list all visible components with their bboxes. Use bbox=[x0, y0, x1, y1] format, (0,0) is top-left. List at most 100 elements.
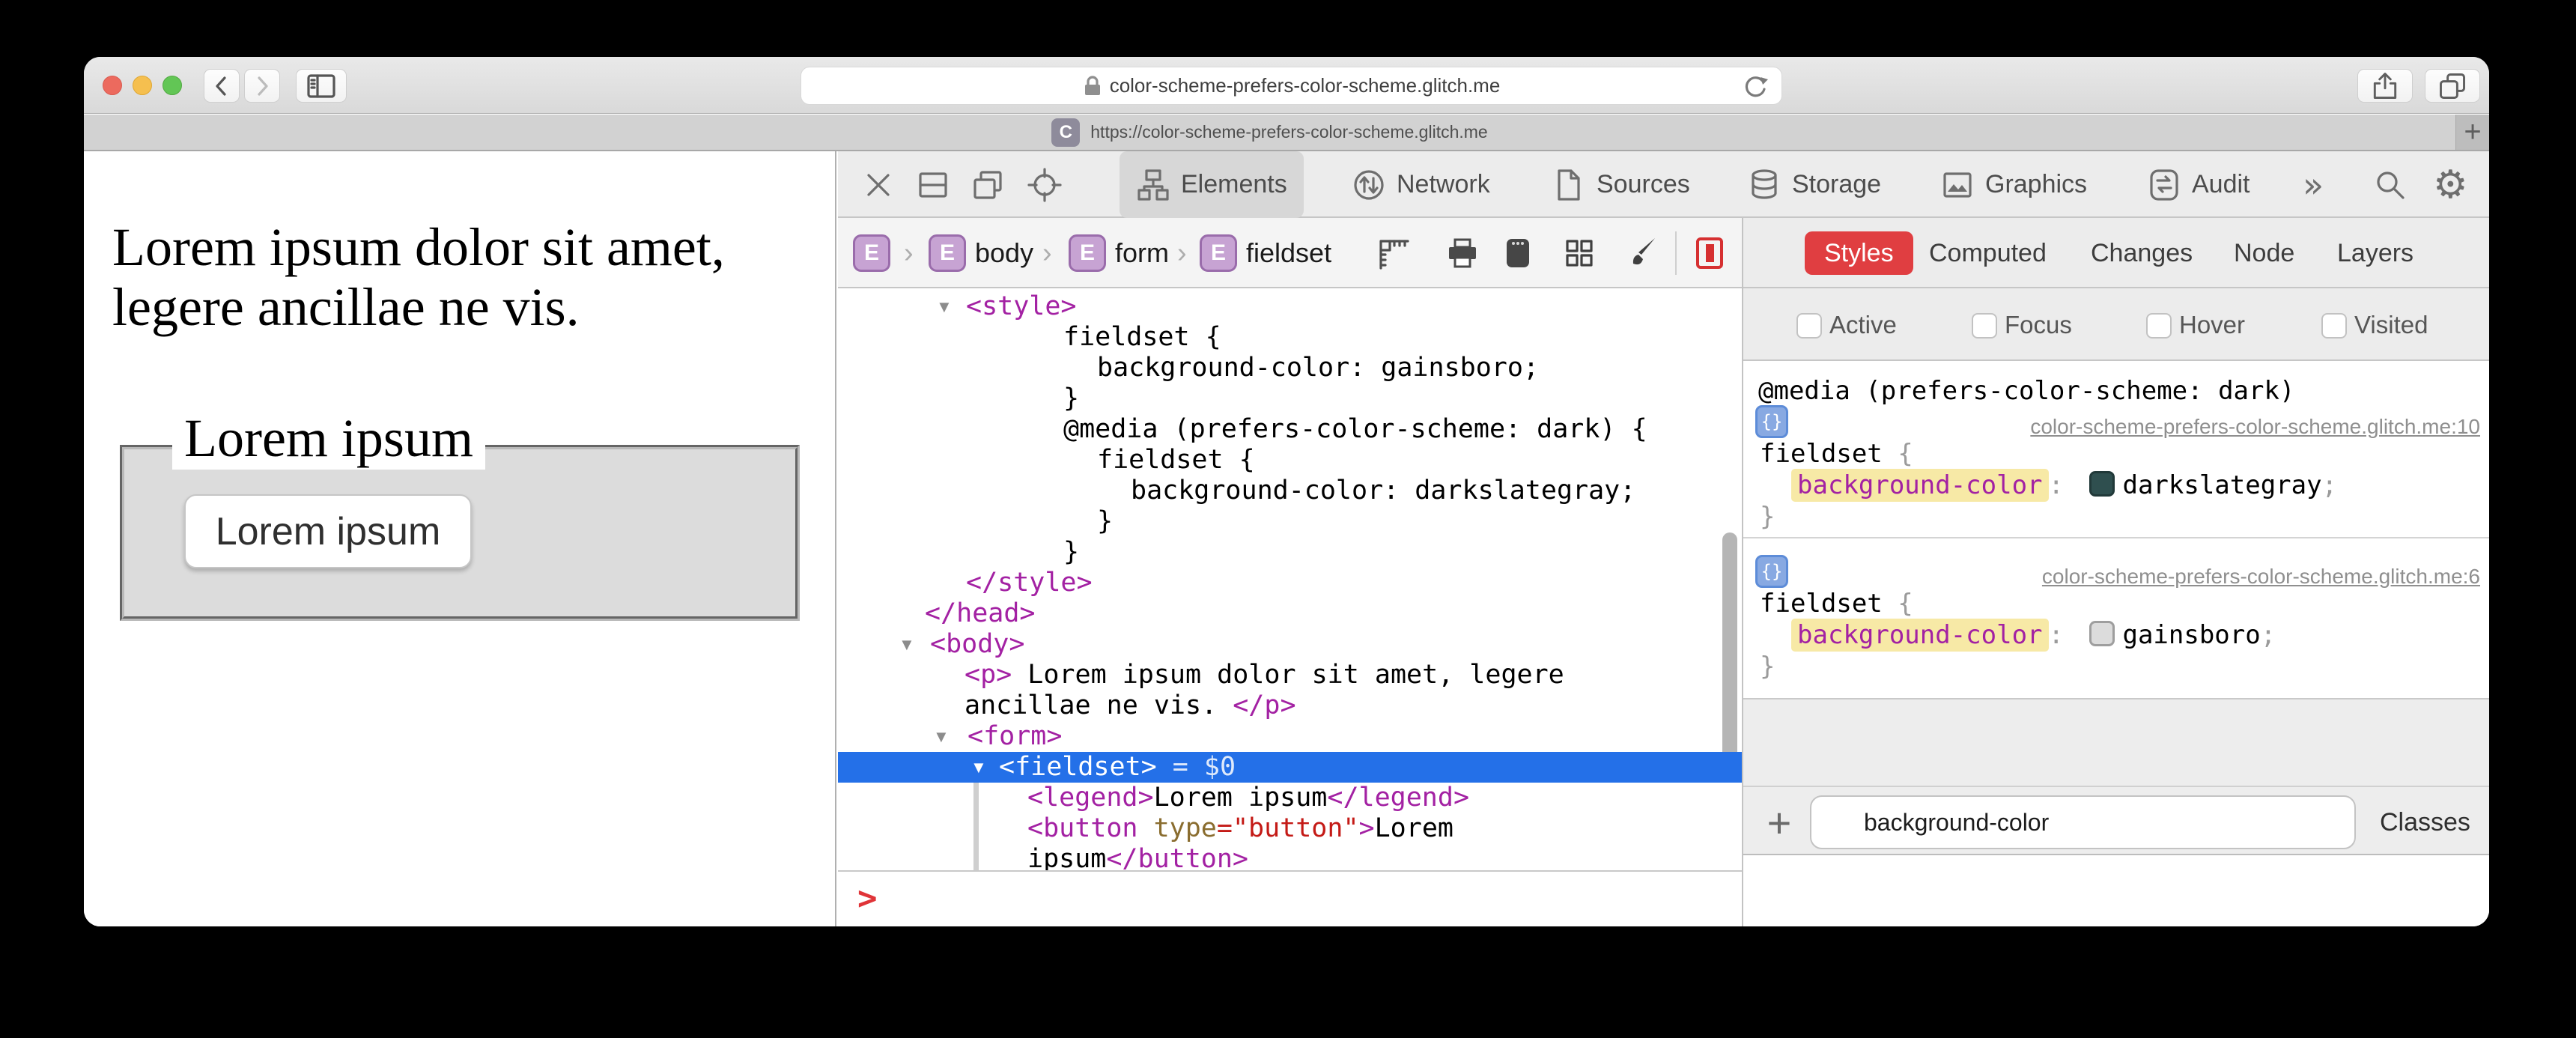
element-selection-button[interactable] bbox=[1692, 235, 1728, 271]
tree-row[interactable]: ▼ <body> bbox=[838, 629, 1742, 660]
tree-row[interactable]: <button type="button">Lorem bbox=[838, 813, 1742, 844]
tree-row-selected[interactable]: ▼ <fieldset> = $0 bbox=[838, 752, 1742, 783]
back-button[interactable] bbox=[204, 69, 240, 103]
close-inspector-button[interactable] bbox=[861, 151, 896, 218]
tree-row[interactable]: ancillae ne vis. </p> bbox=[838, 691, 1742, 721]
lock-icon bbox=[1084, 75, 1100, 95]
tab-graphics[interactable]: Graphics bbox=[1940, 151, 2087, 218]
selector-text: fieldset bbox=[1760, 439, 1883, 469]
checkbox-hover[interactable] bbox=[2146, 313, 2172, 339]
breadcrumb-body-label[interactable]: body bbox=[975, 218, 1033, 288]
checkbox-focus[interactable] bbox=[1972, 313, 1997, 339]
tab-overview-button[interactable] bbox=[2425, 69, 2480, 103]
color-swatch[interactable] bbox=[2089, 621, 2115, 646]
breadcrumb-body-badge[interactable]: E bbox=[929, 234, 966, 272]
checkbox-hover-label: Hover bbox=[2179, 310, 2246, 339]
inspect-element-button[interactable] bbox=[1027, 151, 1062, 218]
tree-row[interactable]: } bbox=[838, 506, 1742, 537]
breadcrumb-fieldset-badge[interactable]: E bbox=[1200, 234, 1237, 272]
add-rule-button[interactable]: + bbox=[1757, 788, 1802, 857]
tree-row-code: background-color: gainsboro; bbox=[1097, 353, 1539, 383]
settings-button[interactable]: ⚙ bbox=[2433, 151, 2468, 218]
minimize-window-button[interactable] bbox=[133, 76, 152, 95]
css-rules-list: @media (prefers-color-scheme: dark) {} c… bbox=[1743, 361, 2489, 698]
tree-row[interactable]: } bbox=[838, 537, 1742, 568]
tab-computed[interactable]: Computed bbox=[1929, 218, 2047, 288]
sidebar-toggle-button[interactable] bbox=[296, 69, 347, 103]
tab-network[interactable]: Network bbox=[1352, 151, 1490, 218]
code-token-tag: <style> bbox=[966, 291, 1077, 321]
stylesheet-icon[interactable]: {} bbox=[1755, 405, 1788, 438]
element-selection-icon bbox=[1696, 237, 1723, 269]
browser-tab[interactable]: C https://color-scheme-prefers-color-sch… bbox=[84, 115, 2456, 150]
tree-row[interactable]: ipsum</button> bbox=[838, 844, 1742, 870]
tree-row[interactable]: background-color: darkslategray; bbox=[838, 476, 1742, 506]
share-button[interactable] bbox=[2357, 69, 2413, 103]
tree-row-code: <form> bbox=[967, 721, 1062, 752]
tree-row-code: <legend>Lorem ipsum</legend> bbox=[1027, 783, 1469, 813]
console-bar[interactable]: > bbox=[838, 870, 1742, 926]
breadcrumb-bar: E › E body › E form › E fieldset bbox=[838, 218, 1742, 288]
tab-elements[interactable]: Elements bbox=[1120, 151, 1304, 218]
styles-filter-input[interactable] bbox=[1810, 795, 2356, 849]
tab-node[interactable]: Node bbox=[2234, 218, 2294, 288]
color-swatch[interactable] bbox=[2089, 471, 2115, 497]
show-rulers-button[interactable] bbox=[1375, 235, 1411, 271]
search-button[interactable] bbox=[2373, 151, 2408, 218]
tree-row[interactable]: ▼ <form> bbox=[838, 721, 1742, 752]
dock-side-button[interactable] bbox=[916, 151, 950, 218]
breadcrumb-form-badge[interactable]: E bbox=[1069, 234, 1106, 272]
force-appearance-button[interactable] bbox=[1500, 235, 1536, 271]
stylesheet-icon[interactable]: {} bbox=[1755, 555, 1788, 588]
selector-text: fieldset bbox=[1760, 589, 1883, 619]
tab-changes[interactable]: Changes bbox=[2091, 218, 2193, 288]
tree-row[interactable]: <p> Lorem ipsum dolor sit amet, legere bbox=[838, 660, 1742, 691]
breadcrumb-form-label[interactable]: form bbox=[1115, 218, 1169, 288]
reload-icon bbox=[1745, 76, 1768, 97]
tree-row[interactable]: </head> bbox=[838, 598, 1742, 629]
checkbox-visited[interactable] bbox=[2321, 313, 2347, 339]
tree-row[interactable]: fieldset { bbox=[838, 445, 1742, 476]
close-window-button[interactable] bbox=[103, 76, 122, 95]
tab-storage[interactable]: Storage bbox=[1747, 151, 1881, 218]
new-tab-button[interactable]: + bbox=[2456, 115, 2489, 150]
forward-button[interactable] bbox=[244, 69, 280, 103]
tree-row[interactable]: } bbox=[838, 383, 1742, 414]
checkbox-active[interactable] bbox=[1796, 313, 1822, 339]
disclosure-triangle-icon[interactable]: ▼ bbox=[899, 629, 915, 660]
print-styles-button[interactable] bbox=[1445, 235, 1480, 271]
tab-sources[interactable]: Sources bbox=[1552, 151, 1690, 218]
disclosure-triangle-icon[interactable]: ▼ bbox=[933, 721, 950, 752]
css-property-row[interactable]: background-color: darkslategray; bbox=[1743, 469, 2489, 502]
detach-inspector-button[interactable] bbox=[970, 151, 1005, 218]
tab-styles[interactable]: Styles bbox=[1805, 231, 1913, 275]
tree-row[interactable]: @media (prefers-color-scheme: dark) { bbox=[838, 414, 1742, 445]
classes-button[interactable]: Classes bbox=[2380, 786, 2470, 859]
url-text: color-scheme-prefers-color-scheme.glitch… bbox=[1109, 74, 1501, 97]
disclosure-triangle-icon[interactable]: ▼ bbox=[936, 291, 953, 322]
tree-row[interactable]: </style> bbox=[838, 568, 1742, 598]
tab-title: https://color-scheme-prefers-color-schem… bbox=[1090, 122, 1488, 142]
url-field[interactable]: color-scheme-prefers-color-scheme.glitch… bbox=[801, 67, 1782, 105]
css-property-row[interactable]: background-color: gainsboro; bbox=[1743, 619, 2489, 652]
breadcrumb-html-badge[interactable]: E bbox=[853, 234, 890, 272]
zoom-window-button[interactable] bbox=[162, 76, 182, 95]
tree-row[interactable]: <legend>Lorem ipsum</legend> bbox=[838, 783, 1742, 813]
more-tabs-button[interactable]: » bbox=[2303, 151, 2324, 218]
breadcrumb-fieldset-label[interactable]: fieldset bbox=[1246, 218, 1331, 288]
tab-audit[interactable]: Audit bbox=[2147, 151, 2250, 218]
grid-overlay-button[interactable] bbox=[1561, 235, 1597, 271]
rule-selector[interactable]: fieldset { bbox=[1743, 438, 2489, 470]
tree-row[interactable]: background-color: gainsboro; bbox=[838, 353, 1742, 383]
forward-icon bbox=[258, 76, 268, 96]
tab-layers[interactable]: Layers bbox=[2337, 218, 2414, 288]
page-button[interactable]: Lorem ipsum bbox=[184, 494, 472, 568]
disclosure-triangle-icon[interactable]: ▼ bbox=[970, 752, 987, 783]
reload-button[interactable] bbox=[1741, 73, 1770, 106]
rule-selector[interactable]: fieldset { bbox=[1743, 588, 2489, 619]
tree-row[interactable]: ▼ <style> bbox=[838, 291, 1742, 322]
code-token-tag: <button bbox=[1027, 813, 1138, 843]
graphics-icon bbox=[1943, 172, 1972, 198]
tree-row[interactable]: fieldset { bbox=[838, 322, 1742, 353]
edit-styles-button[interactable] bbox=[1625, 235, 1661, 271]
